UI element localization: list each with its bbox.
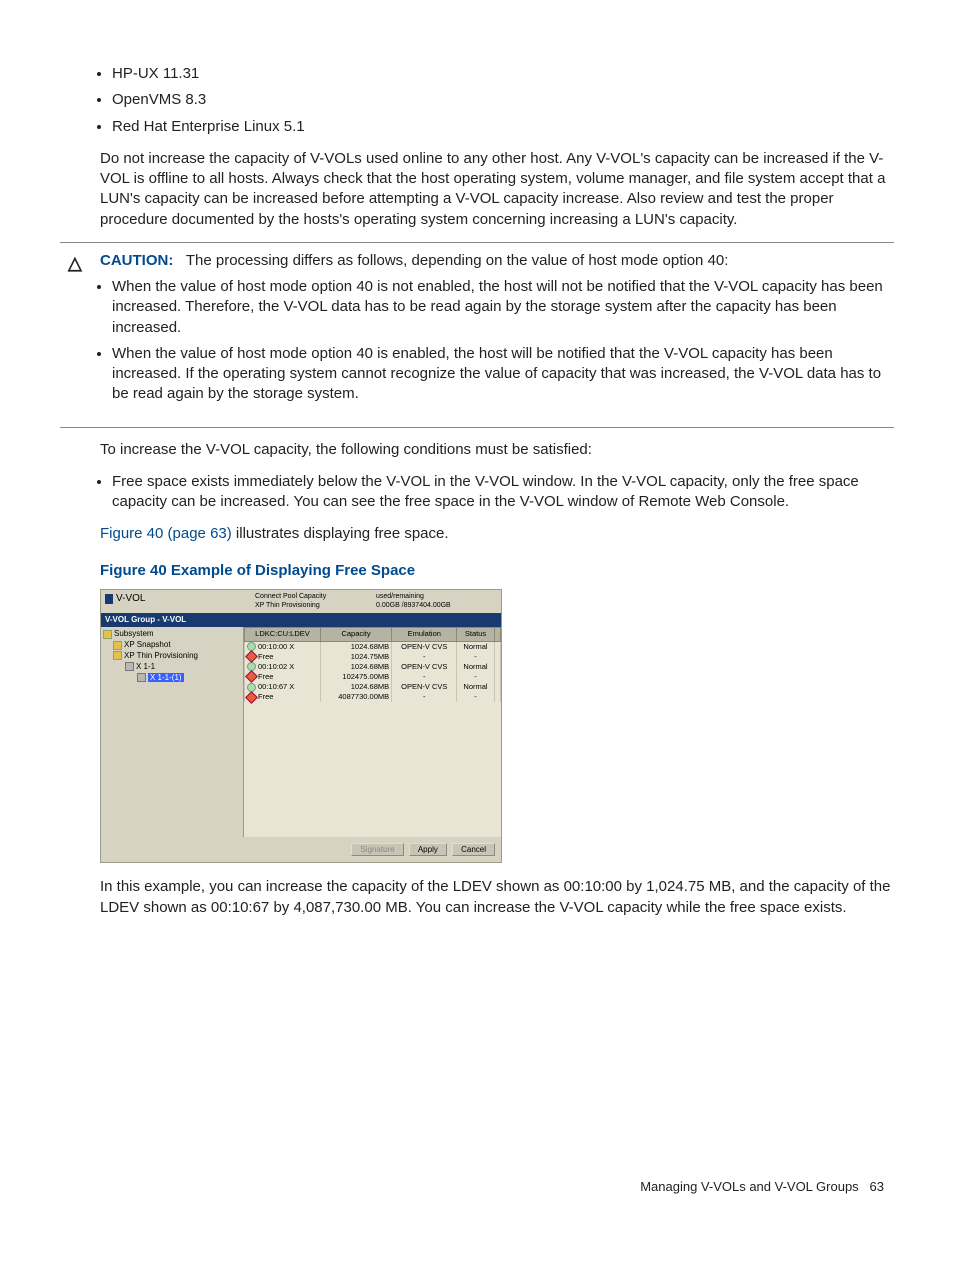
group-bar: V-VOL Group - V-VOL (101, 613, 501, 628)
tree-node[interactable]: XP Snapshot (103, 640, 241, 651)
table-row[interactable]: 00:10:00 X1024.68MBOPEN-V CVSNormal (245, 641, 501, 652)
list-item: Red Hat Enterprise Linux 5.1 (112, 117, 894, 137)
os-list: HP-UX 11.31 OpenVMS 8.3 Red Hat Enterpri… (60, 64, 894, 137)
list-item: HP-UX 11.31 (112, 64, 894, 84)
table-row[interactable]: 00:10:02 X1024.68MBOPEN-V CVSNormal (245, 662, 501, 672)
tree-node[interactable]: X 1-1 (103, 662, 241, 673)
table-row[interactable]: Free4087730.00MB-- (245, 692, 501, 702)
cancel-button[interactable]: Cancel (452, 843, 495, 856)
body-paragraph: Do not increase the capacity of V-VOLs u… (100, 149, 894, 230)
metric-label: XP Thin Provisioning (255, 601, 376, 610)
figure-title: Figure 40 Example of Displaying Free Spa… (100, 561, 894, 581)
body-paragraph: In this example, you can increase the ca… (100, 877, 894, 918)
page-footer: Managing V-VOLs and V-VOL Groups 63 (60, 1178, 894, 1196)
figure-ref-rest: illustrates displaying free space. (232, 525, 449, 542)
logo-icon (105, 594, 113, 604)
table-row[interactable]: 00:10:67 X1024.68MBOPEN-V CVSNormal (245, 682, 501, 692)
caution-lead-text: The processing differs as follows, depen… (186, 252, 729, 269)
drive-icon (137, 673, 146, 682)
caution-icon: △ (68, 251, 82, 275)
drive-icon (125, 662, 134, 671)
apply-button[interactable]: Apply (409, 843, 447, 856)
body-paragraph: To increase the V-VOL capacity, the foll… (100, 440, 894, 460)
metric-label: used/remaining (376, 592, 497, 601)
list-item: When the value of host mode option 40 is… (112, 277, 894, 338)
vvol-header: V-VOL Connect Pool Capacity XP Thin Prov… (101, 590, 501, 613)
ldev-grid[interactable]: LDKC:CU:LDEV Capacity Emulation Status 0… (244, 627, 501, 837)
col-header[interactable] (494, 628, 500, 641)
folder-icon (113, 651, 122, 660)
col-header[interactable]: LDKC:CU:LDEV (245, 628, 321, 641)
pool-metrics: Connect Pool Capacity XP Thin Provisioni… (255, 592, 497, 611)
metric-value: 0.00GB /8937404.00GB (376, 601, 497, 610)
caution-block: △ CAUTION: The processing differs as fol… (60, 242, 894, 428)
table-row[interactable]: Free102475.00MB-- (245, 672, 501, 682)
page-number: 63 (870, 1179, 884, 1194)
folder-icon (113, 641, 122, 650)
table-row[interactable]: Free1024.75MB-- (245, 652, 501, 662)
vvol-title: V-VOL (116, 592, 145, 606)
col-header[interactable]: Capacity (320, 628, 391, 641)
caution-lead: CAUTION: The processing differs as follo… (100, 251, 894, 271)
caution-label: CAUTION: (100, 252, 173, 269)
figure-reference-line: Figure 40 (page 63) illustrates displayi… (100, 524, 894, 544)
list-item: OpenVMS 8.3 (112, 90, 894, 110)
tree-pane[interactable]: Subsystem XP Snapshot XP Thin Provisioni… (101, 627, 244, 837)
figure-ref-link[interactable]: Figure 40 (page 63) (100, 525, 232, 542)
tree-node[interactable]: XP Thin Provisioning (103, 651, 241, 662)
col-header[interactable]: Status (457, 628, 494, 641)
footer-title: Managing V-VOLs and V-VOL Groups (640, 1179, 858, 1194)
table-header-row: LDKC:CU:LDEV Capacity Emulation Status (245, 628, 501, 641)
vvol-logo: V-VOL (105, 592, 255, 606)
button-bar: Signature Apply Cancel (101, 837, 501, 862)
folder-icon (103, 630, 112, 639)
metric-label: Connect Pool Capacity (255, 592, 376, 601)
free-icon (245, 691, 258, 704)
list-item: When the value of host mode option 40 is… (112, 344, 894, 405)
condition-list: Free space exists immediately below the … (60, 472, 894, 513)
caution-list: When the value of host mode option 40 is… (60, 277, 894, 405)
tree-node[interactable]: Subsystem (103, 629, 241, 640)
vvol-window: V-VOL Connect Pool Capacity XP Thin Prov… (100, 589, 502, 864)
tree-node-selected[interactable]: X 1-1-(1) (103, 673, 241, 684)
signature-button[interactable]: Signature (351, 843, 403, 856)
col-header[interactable]: Emulation (392, 628, 457, 641)
list-item: Free space exists immediately below the … (112, 472, 894, 513)
